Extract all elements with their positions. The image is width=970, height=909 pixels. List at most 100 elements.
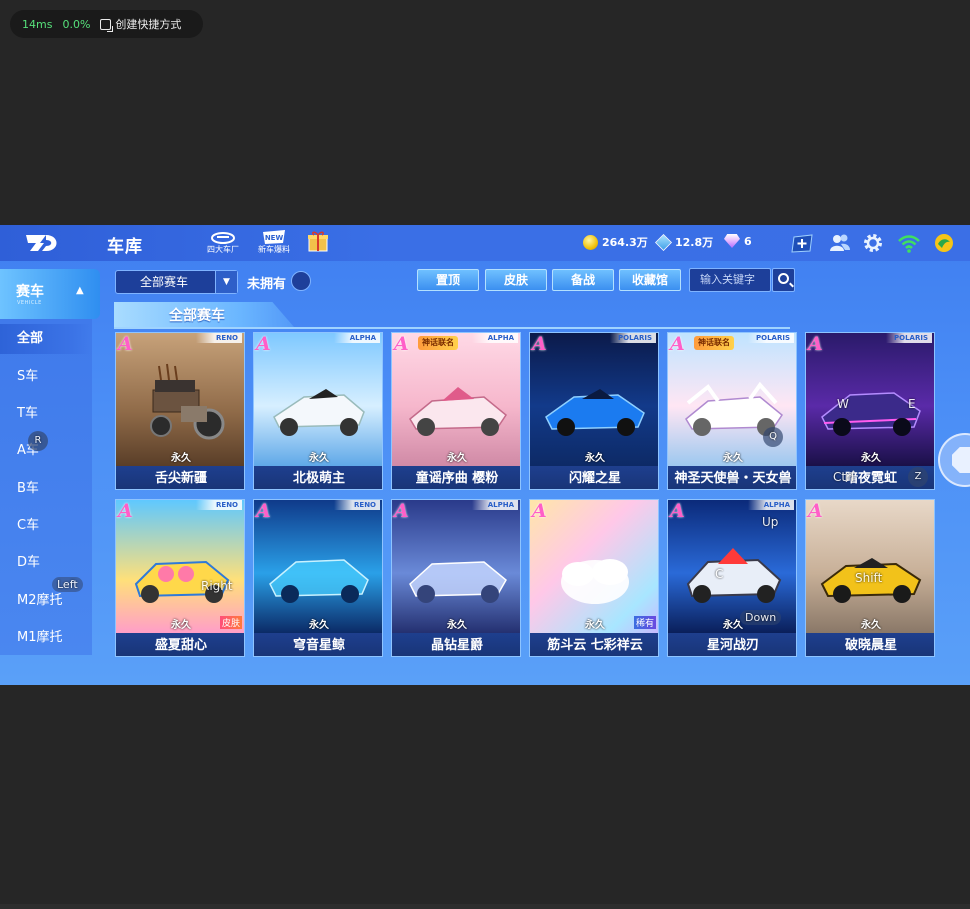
- chevron-up-icon: ▲: [76, 285, 84, 296]
- sidebar-item-all[interactable]: 全部: [0, 324, 90, 354]
- car-name: 闪耀之星: [530, 466, 658, 489]
- octagon-handle-icon: [952, 447, 970, 473]
- tab-pin-top[interactable]: 置顶: [417, 269, 479, 291]
- brand-label: ALPHA: [334, 333, 380, 343]
- search-button[interactable]: [772, 268, 795, 292]
- game-center-icon[interactable]: [933, 232, 955, 254]
- car-card[interactable]: A 神话联名 ALPHA 永久 童谣序曲 樱粉: [391, 332, 521, 490]
- car-art: [392, 500, 520, 633]
- grade-badge: A: [394, 333, 409, 355]
- grade-badge: A: [808, 500, 823, 522]
- tab-collection[interactable]: 收藏馆: [619, 269, 681, 291]
- settings-gear-icon[interactable]: [862, 232, 884, 254]
- ownership-duration: 永久: [723, 453, 743, 464]
- sidebar-header-vehicle[interactable]: 赛车 VEHICLE ▲: [0, 269, 100, 319]
- sidebar-item-m1[interactable]: M1摩托: [0, 623, 90, 653]
- brand-label: POLARIS: [610, 333, 656, 343]
- grade-badge: A: [118, 500, 133, 522]
- key-hint-up: Up: [762, 515, 779, 529]
- car-name: 舌尖新疆: [116, 466, 244, 489]
- ownership-duration: 永久: [861, 620, 881, 631]
- coin-balance: 264.3万: [583, 234, 648, 250]
- ownership-duration: 永久: [585, 453, 605, 464]
- grade-badge: A: [670, 333, 685, 355]
- car-art: [530, 500, 658, 633]
- new-car-caption: 新车爆料: [258, 245, 290, 254]
- car-name: 晶钻星爵: [392, 633, 520, 656]
- skin-badge: 皮肤: [219, 616, 242, 629]
- brand-label: ALPHA: [748, 500, 794, 510]
- car-card[interactable]: A POLARIS 永久 闪耀之星: [529, 332, 659, 490]
- brand-label: RENO: [196, 333, 242, 343]
- wifi-signal-icon: [898, 235, 920, 253]
- gem-balance: 6: [724, 234, 752, 248]
- car-art: [254, 500, 382, 633]
- sidebar-item-c[interactable]: C车: [0, 511, 90, 541]
- factory-icon: [211, 232, 235, 244]
- sidebar-item-t[interactable]: T车: [0, 399, 90, 429]
- ownership-duration: 永久: [309, 620, 329, 631]
- unowned-toggle[interactable]: [291, 271, 311, 291]
- gift-button[interactable]: [298, 229, 338, 257]
- top-bar: 车库 四大车厂 NEW 新车爆料 264.3万 12.8万 6: [0, 225, 970, 261]
- car-name: 北极萌主: [254, 466, 382, 489]
- car-art: [806, 500, 934, 633]
- car-name: 星河战刃: [668, 633, 796, 656]
- right-edge-joystick[interactable]: [938, 433, 970, 487]
- new-car-news-button[interactable]: NEW 新车爆料: [254, 229, 294, 257]
- car-name: 破晓晨星: [806, 633, 934, 656]
- car-filter-dropdown[interactable]: 全部赛车 ▼: [115, 270, 238, 294]
- sidebar-item-b[interactable]: B车: [0, 474, 90, 504]
- sidebar-item-s[interactable]: S车: [0, 362, 90, 392]
- screen: 14ms 0.0% 创建快捷方式 车库 四大车厂 NEW 新车爆料 264.3万…: [0, 0, 970, 909]
- factory-button[interactable]: 四大车厂: [203, 229, 243, 257]
- page-title: 车库: [107, 237, 143, 257]
- bottom-edge: [0, 904, 970, 909]
- grade-badge: A: [118, 333, 133, 355]
- car-art: [116, 333, 244, 466]
- car-illustration: [409, 561, 507, 604]
- car-art: [668, 333, 796, 466]
- car-card[interactable]: A ALPHA 永久 北极萌主: [253, 332, 383, 490]
- car-illustration: [134, 561, 230, 604]
- create-shortcut-button[interactable]: 创建快捷方式: [100, 16, 181, 32]
- car-illustration: [150, 364, 225, 440]
- car-card[interactable]: A ALPHA 永久 晶钻星爵: [391, 499, 521, 657]
- search-icon: [778, 273, 789, 284]
- ticket-icon: [655, 233, 672, 251]
- tab-prepare[interactable]: 备战: [552, 269, 614, 291]
- section-banner: 全部赛车: [114, 302, 294, 327]
- ownership-duration: 永久: [309, 453, 329, 464]
- ticket-amount: 12.8万: [675, 236, 714, 249]
- key-hint-w: W: [837, 397, 849, 411]
- shortcut-icon: [100, 18, 114, 32]
- latency-readout: 14ms: [22, 17, 53, 31]
- ownership-duration: 永久: [861, 453, 881, 464]
- car-card[interactable]: A 永久 稀有 筋斗云 七彩祥云: [529, 499, 659, 657]
- tab-skin[interactable]: 皮肤: [485, 269, 547, 291]
- key-hint-right: Right: [201, 579, 233, 593]
- car-illustration: [409, 387, 508, 437]
- sidebar-item-d[interactable]: D车: [0, 548, 90, 578]
- ownership-duration: 永久: [447, 620, 467, 631]
- key-hint-r: R: [28, 431, 48, 451]
- car-card[interactable]: A RENO 永久 穹音星鲸: [253, 499, 383, 657]
- game-logo[interactable]: [22, 232, 62, 254]
- gem-amount: 6: [744, 234, 752, 248]
- car-card[interactable]: A RENO 永久 皮肤 盛夏甜心: [115, 499, 245, 657]
- friends-icon[interactable]: [829, 232, 851, 254]
- search-input[interactable]: 输入关键字: [689, 268, 771, 292]
- brand-label: RENO: [334, 500, 380, 510]
- grade-badge: A: [394, 500, 409, 522]
- brand-label: RENO: [196, 500, 242, 510]
- car-art: [530, 333, 658, 466]
- car-card[interactable]: A 神话联名 POLARIS 永久 神圣天使兽・天女兽: [667, 332, 797, 490]
- car-name: 童谣序曲 樱粉: [392, 466, 520, 489]
- sidebar-header-sub: VEHICLE: [17, 300, 42, 306]
- perf-status-pill: 14ms 0.0% 创建快捷方式: [10, 10, 203, 38]
- car-card[interactable]: A RENO 永久 舌尖新疆: [115, 332, 245, 490]
- car-illustration: [545, 389, 645, 437]
- recharge-plus-icon[interactable]: [791, 232, 813, 254]
- brand-label: POLARIS: [748, 333, 794, 343]
- grade-badge: A: [256, 333, 271, 355]
